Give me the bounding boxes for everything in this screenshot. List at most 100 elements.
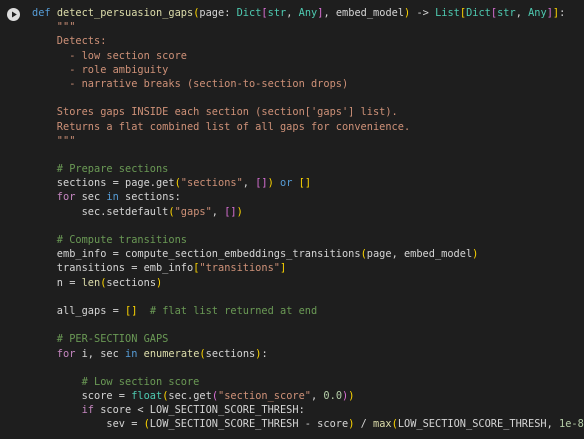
code-token: # Compute transitions: [32, 234, 187, 246]
code-line: ​: [32, 290, 584, 304]
code-token: ): [156, 276, 163, 289]
code-line: sev = (LOW_SECTION_SCORE_THRESH - score)…: [32, 417, 584, 431]
code-token: ): [472, 248, 479, 261]
code-token: []: [298, 177, 312, 190]
code-token: ->: [410, 7, 436, 19]
code-line: ​: [32, 148, 584, 162]
code-token: str: [497, 7, 516, 19]
code-token: max: [373, 418, 392, 431]
code-token: """: [32, 134, 76, 147]
code-token: sections: [205, 347, 256, 360]
code-token: # flat list returned at end: [149, 304, 318, 317]
code-line: def detect_persuasion_gaps(page: Dict[st…: [32, 6, 584, 20]
code-token: score < LOW_SECTION_SCORE_THRESH:: [94, 404, 305, 417]
code-token: ,: [515, 7, 529, 19]
code-line: # Low section score: [32, 375, 584, 389]
code-token: ,: [242, 177, 256, 190]
code-token: or: [280, 177, 293, 190]
code-line: all_gaps = [] # flat list returned at en…: [32, 304, 584, 318]
code-token: sec.get: [168, 390, 212, 403]
code-line: - role ambiguity: [32, 63, 584, 77]
code-line: emb_info = compute_section_embeddings_tr…: [32, 247, 584, 261]
code-line: for sec in sections:: [32, 190, 584, 204]
code-token: sec.setdefault: [32, 205, 169, 218]
code-token: , embed_model: [323, 7, 405, 19]
code-line: ​: [32, 219, 584, 233]
code-line: sections = page.get("sections", []) or […: [32, 176, 584, 190]
code-token: # PER-SECTION GAPS: [32, 333, 169, 346]
code-token: ): [348, 390, 355, 403]
code-token: for: [32, 191, 76, 204]
code-token: sections = page.get: [32, 177, 175, 190]
code-token: sec: [75, 191, 107, 204]
code-token: ]: [279, 262, 287, 275]
code-token: detect_persuasion_gaps: [56, 7, 194, 19]
code-token: transitions = emb_info: [32, 262, 194, 275]
code-token: - low section score: [32, 49, 187, 62]
code-token: sections:: [118, 191, 181, 204]
code-token: []: [255, 177, 268, 190]
code-line: - narrative breaks (section-to-section d…: [32, 77, 584, 91]
code-token: # Low section score: [32, 375, 200, 388]
code-token: :: [261, 347, 268, 360]
code-line: # Prepare sections: [32, 162, 584, 176]
code-line: sec.setdefault("gaps", []): [32, 205, 584, 219]
code-line: ​: [32, 318, 584, 332]
code-line: ​: [32, 361, 584, 375]
code-token: Stores gaps INSIDE each section (section…: [32, 106, 398, 119]
code-token: page, embed_model: [366, 248, 473, 261]
code-line: """: [32, 20, 584, 34]
code-token: Dict: [466, 7, 491, 19]
code-token: def: [32, 7, 57, 19]
code-line: ​: [32, 91, 584, 105]
code-line: - low section score: [32, 49, 584, 63]
code-line: Stores gaps INSIDE each section (section…: [32, 105, 584, 119]
code-token: Any: [298, 7, 318, 19]
code-token: LOW_SECTION_SCORE_THRESH,: [397, 418, 559, 431]
code-token: LOW_SECTION_SCORE_THRESH - score: [149, 418, 349, 431]
code-token: all_gaps =: [32, 304, 125, 317]
code-line: # Compute transitions: [32, 233, 584, 247]
code-line: Detects:: [32, 34, 584, 48]
code-token: - narrative breaks (section-to-section d…: [32, 77, 349, 90]
code-token: 0.0: [323, 390, 343, 403]
code-token: page:: [199, 7, 237, 19]
code-token: Returns a flat combined list of all gaps…: [32, 120, 411, 133]
code-token: "section_score": [218, 390, 312, 403]
code-token: Detects:: [32, 35, 107, 48]
code-token: enumerate: [143, 347, 200, 360]
code-token: 1e-8: [559, 418, 584, 431]
code-token: ,: [286, 7, 299, 19]
code-token: """: [32, 21, 76, 34]
code-line: # PER-SECTION GAPS: [32, 332, 584, 346]
code-token: str: [267, 7, 287, 19]
play-icon: [12, 11, 17, 18]
code-token: # Prepare sections: [32, 163, 169, 176]
code-token: if: [32, 404, 94, 417]
code-token: n =: [32, 276, 82, 289]
code-line: transitions = emb_info["transitions"]: [32, 261, 584, 275]
run-cell-button[interactable]: [7, 8, 20, 21]
code-token: "gaps": [174, 205, 212, 218]
code-block[interactable]: def detect_persuasion_gaps(page: Dict[st…: [32, 6, 584, 432]
code-editor[interactable]: def detect_persuasion_gaps(page: Dict[st…: [0, 0, 584, 439]
code-token: sections: [106, 276, 157, 289]
code-token: "sections": [180, 177, 243, 190]
code-token: emb_info = compute_section_embeddings_tr…: [32, 248, 361, 261]
code-token: ,: [211, 205, 225, 218]
code-token: Dict: [236, 7, 262, 19]
code-token: float: [131, 390, 163, 403]
code-token: for: [32, 347, 76, 360]
code-line: score = float(sec.get("section_score", 0…: [32, 389, 584, 403]
code-line: for i, sec in enumerate(sections):: [32, 347, 584, 361]
code-token: List: [435, 7, 460, 19]
code-token: "transitions": [199, 262, 280, 275]
code-token: sev =: [32, 418, 144, 431]
code-token: score =: [32, 390, 132, 403]
code-line: if score < LOW_SECTION_SCORE_THRESH:: [32, 403, 584, 417]
code-token: []: [125, 304, 138, 317]
code-token: in: [125, 347, 138, 360]
code-token: ): [236, 205, 243, 218]
code-token: - role ambiguity: [32, 63, 169, 76]
